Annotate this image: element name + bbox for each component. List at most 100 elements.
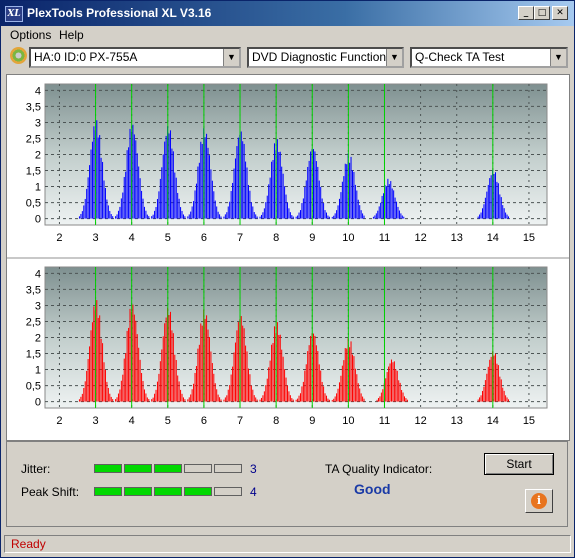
minimize-button[interactable]: _ xyxy=(518,6,534,20)
data-bar xyxy=(243,328,245,402)
data-bar xyxy=(505,395,507,402)
data-bar xyxy=(220,216,222,219)
data-bar xyxy=(243,143,245,219)
test-select[interactable]: Q-Check TA Test ▼ xyxy=(410,47,568,68)
data-bar xyxy=(256,399,258,402)
data-bar xyxy=(237,322,239,402)
meter-segment xyxy=(184,487,212,496)
data-bar xyxy=(232,366,234,402)
data-bar xyxy=(233,352,235,402)
maximize-button[interactable]: □ xyxy=(534,6,550,20)
data-bar xyxy=(379,396,381,402)
data-bar xyxy=(310,335,312,402)
data-bar xyxy=(396,370,398,402)
data-bar xyxy=(310,151,312,219)
data-bar xyxy=(233,168,235,219)
data-bar xyxy=(315,161,317,219)
data-bar xyxy=(219,214,221,219)
x-tick-label: 7 xyxy=(237,232,243,244)
data-bar xyxy=(262,395,264,402)
data-bar xyxy=(214,200,216,219)
data-bar xyxy=(195,183,197,219)
function-select[interactable]: DVD Diagnostic Functions ▼ xyxy=(247,47,404,68)
data-bar xyxy=(305,364,307,402)
drive-select[interactable]: HA:0 ID:0 PX-755A ▼ xyxy=(29,47,241,68)
data-bar xyxy=(387,178,389,219)
data-bar xyxy=(236,146,238,219)
meter-segment xyxy=(214,464,242,473)
data-bar xyxy=(340,375,342,402)
data-bar xyxy=(184,216,186,219)
data-bar xyxy=(406,399,408,402)
data-bar xyxy=(195,366,197,402)
close-button[interactable]: ✕ xyxy=(552,6,568,20)
data-bar xyxy=(128,147,130,219)
x-tick-label: 5 xyxy=(165,415,171,427)
data-bar xyxy=(148,216,150,219)
data-bar xyxy=(129,128,131,219)
data-bar xyxy=(497,365,499,402)
data-bar xyxy=(210,169,212,219)
data-bar xyxy=(135,140,137,219)
data-bar xyxy=(125,171,127,219)
data-bar xyxy=(341,181,343,219)
data-bar xyxy=(323,386,325,402)
data-bar xyxy=(161,349,163,402)
data-bar xyxy=(206,315,208,402)
data-bar xyxy=(359,205,361,219)
data-bar xyxy=(229,201,231,219)
title-bar[interactable]: XL PlexTools Professional XL V3.16 _ □ ✕ xyxy=(1,1,574,26)
data-bar xyxy=(193,201,195,219)
jitter-label: Jitter: xyxy=(21,462,51,476)
data-bar xyxy=(392,362,394,402)
data-bar xyxy=(336,210,338,219)
data-bar xyxy=(395,369,397,402)
chevron-down-icon[interactable]: ▼ xyxy=(386,49,402,66)
data-bar xyxy=(128,327,130,402)
data-bar xyxy=(380,392,382,402)
data-bar xyxy=(389,363,391,402)
info-button[interactable]: i xyxy=(525,489,553,513)
data-bar xyxy=(234,158,236,219)
data-bar xyxy=(119,206,121,219)
data-bar xyxy=(324,210,326,219)
menu-options[interactable]: Options xyxy=(10,28,51,42)
data-bar xyxy=(256,216,258,219)
x-tick-label: 9 xyxy=(309,232,315,244)
data-bar xyxy=(372,216,374,219)
data-bar xyxy=(210,351,212,402)
data-bar xyxy=(269,177,271,219)
data-bar xyxy=(302,198,304,219)
data-bar xyxy=(299,210,301,219)
data-bar xyxy=(198,344,200,402)
data-bar xyxy=(194,190,196,219)
chevron-down-icon[interactable]: ▼ xyxy=(550,49,566,66)
x-tick-label: 4 xyxy=(129,232,135,244)
menu-help[interactable]: Help xyxy=(59,28,84,42)
data-bar xyxy=(357,383,359,402)
data-bar xyxy=(191,206,193,219)
data-bar xyxy=(266,378,268,402)
data-bar xyxy=(119,389,121,402)
x-tick-label: 3 xyxy=(92,415,98,427)
data-bar xyxy=(349,162,351,219)
chevron-down-icon[interactable]: ▼ xyxy=(223,49,239,66)
data-bar xyxy=(145,210,147,219)
data-bar xyxy=(304,370,306,402)
data-bar xyxy=(496,363,498,402)
data-bar xyxy=(240,316,242,402)
y-tick-label: 1 xyxy=(35,365,41,377)
data-bar xyxy=(351,170,353,219)
data-bar xyxy=(353,356,355,402)
data-bar xyxy=(78,216,80,219)
data-bar xyxy=(211,363,213,402)
start-button[interactable]: Start xyxy=(484,453,554,475)
data-bar xyxy=(102,343,104,402)
data-bar xyxy=(132,124,134,219)
data-bar xyxy=(324,393,326,402)
data-bar xyxy=(148,399,150,402)
data-bar xyxy=(168,315,170,402)
data-bar xyxy=(263,208,265,219)
data-bar xyxy=(80,213,82,219)
data-bar xyxy=(217,211,219,219)
